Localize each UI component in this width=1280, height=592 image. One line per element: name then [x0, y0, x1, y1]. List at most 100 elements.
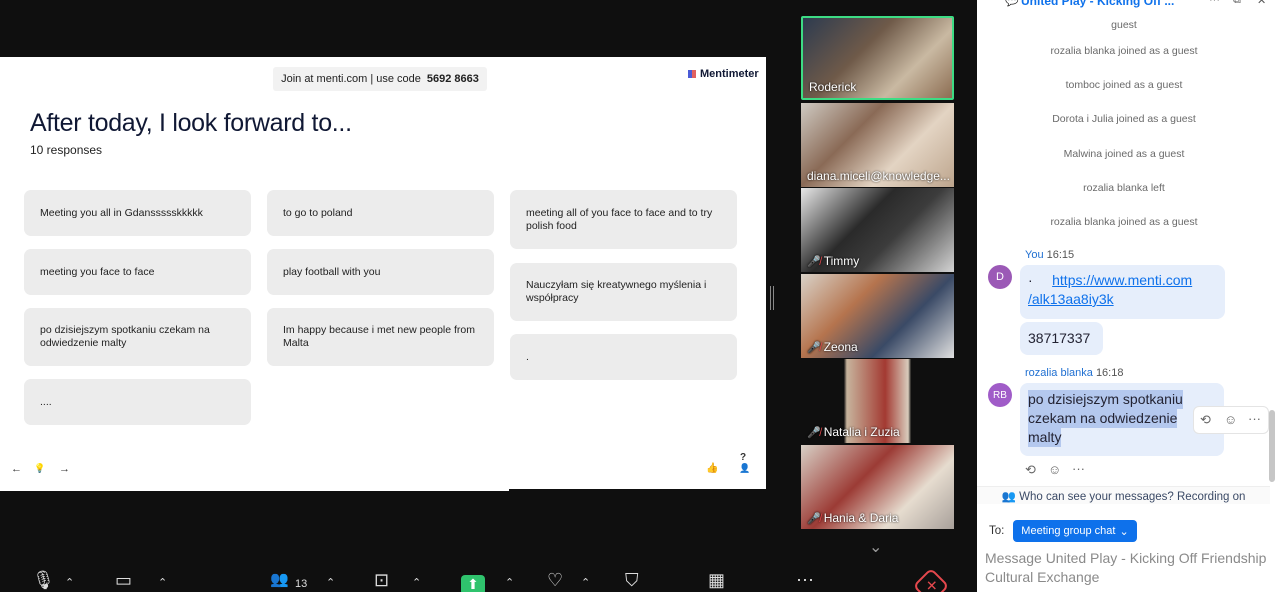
reply-icon[interactable]: ⟲ [1200, 412, 1211, 428]
like-icon[interactable]: 👍 [706, 463, 718, 474]
message-bubble: 38717337 [1020, 322, 1103, 355]
participant-name: 🎤̸ Timmy [807, 254, 860, 268]
participants-count: 13 [295, 578, 308, 590]
system-message: tomboc joined as a guest [1065, 79, 1183, 91]
response-card: Meeting you all in Gdanssssskkkkk [24, 190, 251, 236]
message-text[interactable]: po dzisiejszym spotkaniu [1028, 390, 1183, 409]
chat-scrollbar[interactable] [1269, 410, 1275, 482]
mentimeter-logo: Mentimeter [688, 68, 759, 80]
slide-title: After today, I look forward to... [30, 109, 352, 137]
response-card: .... [24, 379, 251, 425]
message-text[interactable]: malty [1028, 428, 1062, 447]
microphone-icon[interactable]: 🎙 [32, 568, 55, 592]
message-sender: rozalia blanka 16:18 [1025, 367, 1124, 379]
mic-muted-icon: 🎤̸ [807, 341, 821, 354]
message-actions: ⟲ ☺ ··· [1193, 406, 1269, 434]
resize-handle[interactable] [770, 286, 774, 310]
join-code: 5692 8663 [426, 73, 479, 85]
menti-link-continued[interactable]: /alk13aa8iy3k [1028, 290, 1217, 309]
message-bubble: · https://www.menti.com /alk13aa8iy3k [1020, 265, 1225, 319]
recipient-dropdown[interactable]: Meeting group chat ⌄ [1013, 520, 1137, 542]
video-tile[interactable]: 🎤̸ Natalia i Zuzia [801, 359, 954, 443]
more-icon[interactable]: ··· [1209, 0, 1220, 6]
chevron-up-icon[interactable]: ⌃ [158, 576, 167, 589]
share-screen-icon[interactable]: ⬆ [461, 575, 485, 592]
mic-muted-icon: 🎤̸ [807, 255, 821, 268]
avatar: D [988, 265, 1012, 289]
chevron-down-icon[interactable]: ⌄ [869, 537, 882, 557]
close-icon: ✕ [925, 577, 938, 592]
mic-muted-icon: 🎤̸ [807, 512, 821, 525]
participant-name: Roderick [809, 80, 857, 94]
mentimeter-mark-icon [688, 70, 696, 78]
audience-icon[interactable]: 👤 [739, 463, 750, 474]
shared-slide: Join at menti.com | use code 5692 8663 M… [0, 57, 766, 491]
participant-name: diana.miceli@knowledge... [807, 169, 950, 183]
meeting-toolbar [0, 566, 977, 592]
response-card: to go to poland [267, 190, 494, 236]
mic-muted-icon: 🎤̸ [807, 426, 821, 439]
emoji-icon[interactable]: ☺ [1048, 462, 1061, 477]
participant-name: 🎤̸ Zeona [807, 340, 858, 354]
link-line: · https://www.menti.com [1028, 272, 1193, 288]
video-tile[interactable]: diana.miceli@knowledge... [801, 103, 954, 187]
message-text: 38717337 [1028, 330, 1091, 346]
emoji-icon[interactable]: ☺ [1224, 412, 1237, 427]
mentimeter-brand: Mentimeter [700, 68, 759, 80]
response-card: meeting all of you face to face and to t… [510, 190, 737, 249]
response-card: Im happy because i met new people from M… [267, 308, 494, 366]
more-options-icon[interactable]: ⋯ [796, 568, 814, 592]
video-tile[interactable]: 🎤̸ Timmy [801, 188, 954, 272]
message-sender: You 16:15 [1025, 249, 1075, 261]
response-card: meeting you face to face [24, 249, 251, 295]
slide-edge [509, 489, 766, 492]
video-tile[interactable]: 🎤̸ Zeona [801, 274, 954, 358]
response-card: po dzisiejszym spotkaniu czekam na odwie… [24, 308, 251, 366]
system-message: rozalia blanka joined as a guest [1050, 45, 1198, 57]
chat-header: 💬 United Play - Kicking Off ... ··· ⧉ ✕ [977, 0, 1280, 10]
chat-title: United Play - Kicking Off ... [1021, 0, 1175, 8]
participants-icon[interactable]: 👥 [270, 568, 289, 592]
chat-icon[interactable]: ⊡ [374, 568, 389, 592]
system-message: Dorota i Julia joined as a guest [1052, 113, 1196, 125]
bulb-icon[interactable]: 💡 [34, 463, 45, 474]
close-icon[interactable]: ✕ [1257, 0, 1266, 7]
popout-icon[interactable]: ⧉ [1233, 0, 1241, 7]
response-card: Nauczyłam się kreatywnego myślenia i wsp… [510, 263, 737, 321]
chat-panel: 💬 United Play - Kicking Off ... ··· ⧉ ✕ … [977, 0, 1280, 592]
message-input[interactable]: Message United Play - Kicking Off Friend… [985, 549, 1271, 587]
system-message: Malwina joined as a guest [1063, 148, 1185, 160]
chevron-up-icon[interactable]: ⌃ [65, 576, 74, 589]
reactions-icon[interactable]: ♡ [547, 568, 563, 592]
more-icon[interactable]: ··· [1072, 461, 1085, 476]
response-count: 10 responses [30, 143, 103, 157]
help-icon[interactable]: ? [740, 452, 746, 463]
privacy-notice[interactable]: 👥 Who can see your messages? Recording o… [977, 486, 1270, 504]
system-message: rozalia blanka joined as a guest [1050, 216, 1198, 228]
message-text[interactable]: czekam na odwiedzenie [1028, 409, 1178, 428]
people-icon: 👥 [1001, 491, 1016, 503]
reply-icon[interactable]: ⟲ [1025, 462, 1036, 478]
chevron-up-icon[interactable]: ⌃ [581, 576, 590, 589]
menti-link[interactable]: https://www.menti.com [1052, 272, 1192, 288]
video-camera-icon[interactable]: ▭ [115, 568, 132, 592]
avatar: RB [988, 383, 1012, 407]
security-shield-icon[interactable]: ⛉ [625, 568, 639, 592]
video-tile[interactable]: 🎤̸ Hania & Daria [801, 445, 954, 529]
more-icon[interactable]: ··· [1248, 411, 1261, 426]
chevron-up-icon[interactable]: ⌃ [412, 576, 421, 589]
participant-name: 🎤̸ Natalia i Zuzia [807, 425, 900, 439]
prev-slide-icon[interactable]: ← [11, 463, 22, 475]
chevron-up-icon[interactable]: ⌃ [326, 576, 335, 589]
video-tile[interactable]: Roderick [801, 16, 954, 100]
system-message: rozalia blanka left [1083, 182, 1165, 194]
chat-bubble-icon: 💬 [1005, 0, 1019, 7]
to-label: To: [989, 525, 1005, 537]
chevron-down-icon: ⌄ [1119, 525, 1129, 538]
system-message: guest [1111, 19, 1137, 31]
participant-name: 🎤̸ Hania & Daria [807, 511, 899, 525]
apps-icon[interactable]: ▦ [708, 568, 725, 592]
chevron-up-icon[interactable]: ⌃ [505, 576, 514, 589]
response-card: play football with you [267, 249, 494, 295]
next-slide-icon[interactable]: → [59, 463, 70, 475]
